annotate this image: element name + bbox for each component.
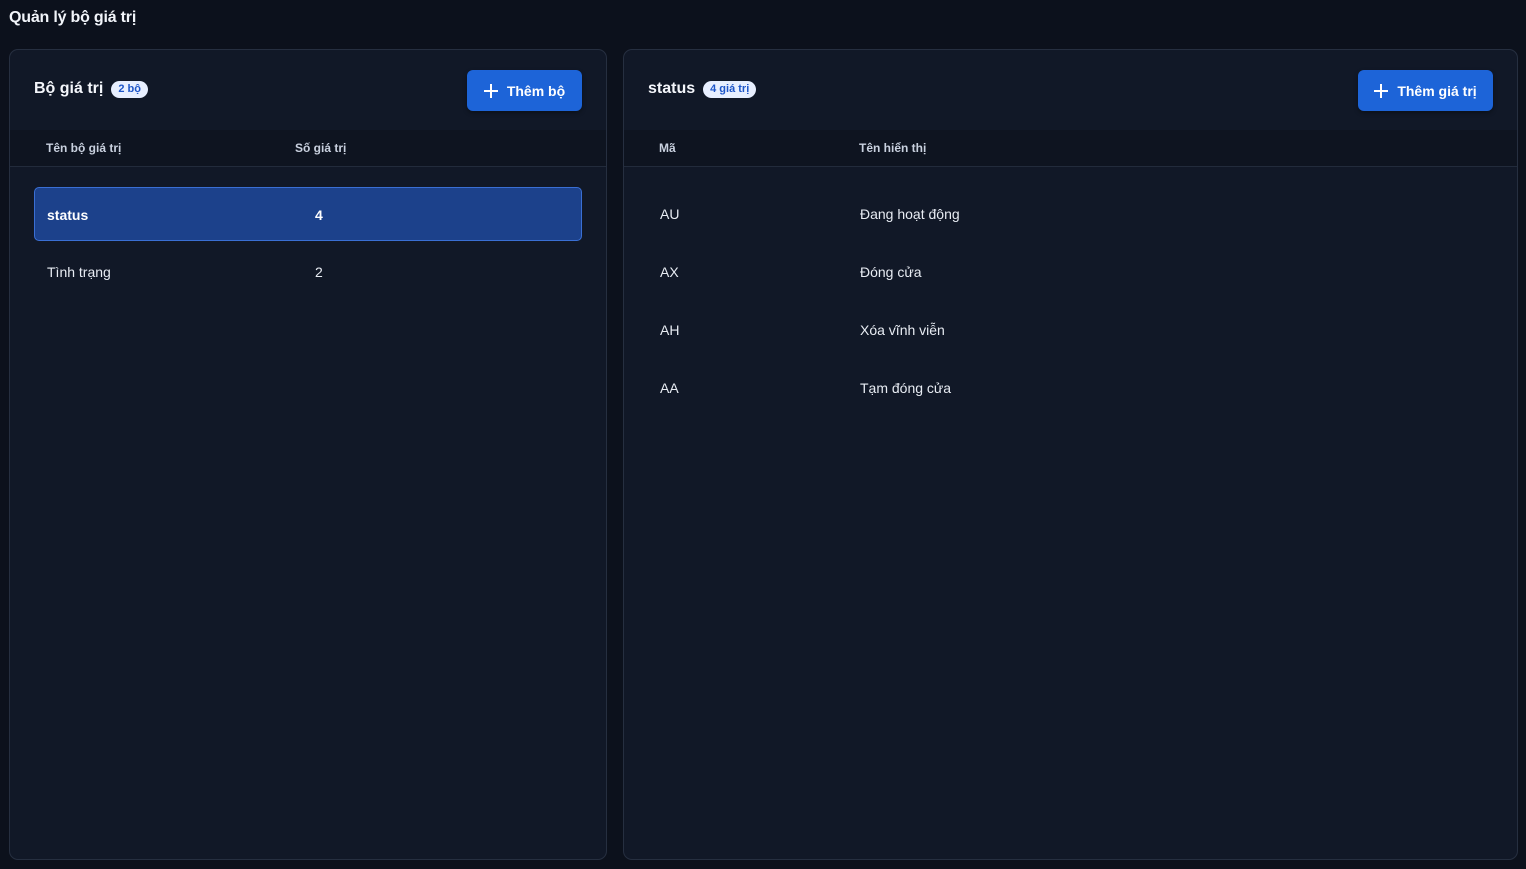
value-code: AX	[660, 264, 679, 280]
table-row-set-tinh-trang[interactable]: Tình trạng 2	[34, 245, 582, 299]
page-title: Quản lý bộ giá trị	[9, 9, 137, 26]
values-title-group: status 4 giá trị	[648, 80, 757, 98]
table-row-value[interactable]: AH Xóa vĩnh viễn	[648, 303, 1494, 357]
plus-icon	[483, 83, 498, 98]
value-display-name: Xóa vĩnh viễn	[860, 322, 945, 338]
values-title: status	[648, 80, 696, 97]
column-header-set-name[interactable]: Tên bộ giá trị	[46, 141, 121, 155]
value-code: AA	[660, 380, 679, 396]
table-row-value[interactable]: AA Tạm đóng cửa	[648, 361, 1494, 415]
table-row-value[interactable]: AU Đang hoạt động	[648, 187, 1494, 241]
add-value-button-label: Thêm giá trị	[1397, 82, 1477, 99]
value-sets-header: Bộ giá trị 2 bộ Thêm bộ	[10, 50, 606, 130]
value-sets-table-header: Tên bộ giá trị Số giá trị	[10, 130, 606, 167]
value-sets-title: Bộ giá trị	[34, 80, 104, 97]
column-header-display-name[interactable]: Tên hiển thị	[859, 141, 926, 155]
column-header-value-count[interactable]: Số giá trị	[295, 141, 346, 155]
add-set-button-label: Thêm bộ	[506, 82, 566, 99]
set-name: status	[47, 207, 89, 223]
set-count: 4	[315, 207, 323, 223]
value-display-name: Tạm đóng cửa	[860, 380, 952, 396]
table-row-set-status[interactable]: status 4	[34, 187, 582, 241]
value-code: AH	[660, 322, 680, 338]
values-count-badge: 4 giá trị	[703, 80, 757, 98]
set-count: 2	[315, 264, 323, 280]
value-display-name: Đang hoạt động	[860, 206, 960, 222]
add-value-button[interactable]: Thêm giá trị	[1358, 70, 1493, 111]
plus-icon	[1374, 83, 1389, 98]
add-set-button[interactable]: Thêm bộ	[467, 70, 582, 111]
value-sets-count-badge: 2 bộ	[111, 80, 148, 98]
values-header: status 4 giá trị Thêm giá trị	[624, 50, 1517, 130]
value-code: AU	[660, 206, 680, 222]
table-row-value[interactable]: AX Đóng cửa	[648, 245, 1494, 299]
value-sets-panel: Bộ giá trị 2 bộ Thêm bộ Tên bộ giá trị S…	[9, 49, 607, 860]
value-sets-title-group: Bộ giá trị 2 bộ	[34, 80, 148, 98]
set-name: Tình trạng	[47, 264, 111, 280]
value-display-name: Đóng cửa	[860, 264, 922, 280]
column-header-code[interactable]: Mã	[659, 141, 676, 155]
values-table-header: Mã Tên hiển thị	[624, 130, 1517, 167]
values-panel: status 4 giá trị Thêm giá trị Mã Tên hiể…	[623, 49, 1518, 860]
